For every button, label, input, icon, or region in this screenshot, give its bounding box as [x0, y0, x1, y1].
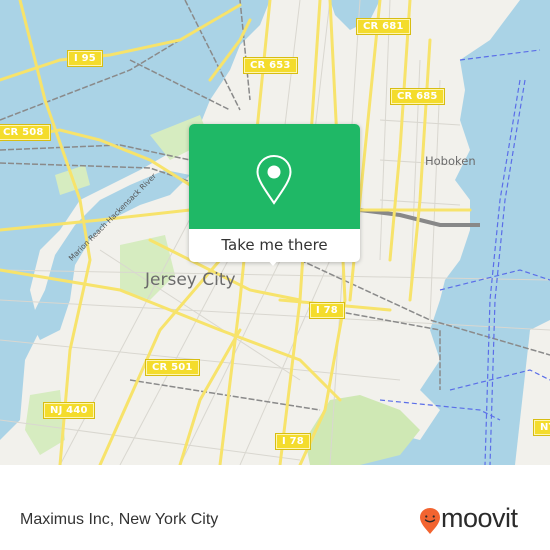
road-shield-i78-south: I 78: [275, 433, 311, 450]
park-1: [120, 235, 175, 300]
road-shield-cr681: CR 681: [356, 18, 411, 35]
road-shield-cr508: CR 508: [0, 124, 51, 141]
destination-popup[interactable]: Take me there: [189, 124, 360, 266]
road-shield-cr653: CR 653: [243, 57, 298, 74]
road-shield-cr501: CR 501: [145, 359, 200, 376]
take-me-there-button[interactable]: Take me there: [189, 229, 360, 262]
moovit-wordmark: moovit: [441, 503, 518, 533]
location-pin-icon: [256, 154, 292, 205]
road-shield-i78-north: I 78: [309, 302, 345, 319]
road-shield-ny: NY: [532, 419, 550, 436]
moovit-pin-icon: [420, 508, 440, 534]
popup-pointer: [267, 259, 279, 266]
map-view[interactable]: Jersey City Hoboken Marion Reach Hackens…: [0, 0, 550, 465]
road-shield-nj440: NJ 440: [43, 402, 95, 419]
popup-header[interactable]: [189, 124, 360, 229]
park-3: [25, 390, 65, 455]
place-label-jersey-city: Jersey City: [145, 270, 236, 290]
place-label-hoboken: Hoboken: [425, 154, 476, 168]
location-title: Maximus Inc, New York City: [20, 511, 219, 528]
road-shield-i95: I 95: [67, 50, 103, 67]
road-shield-cr685: CR 685: [390, 88, 445, 105]
water-hudson: [330, 0, 550, 465]
